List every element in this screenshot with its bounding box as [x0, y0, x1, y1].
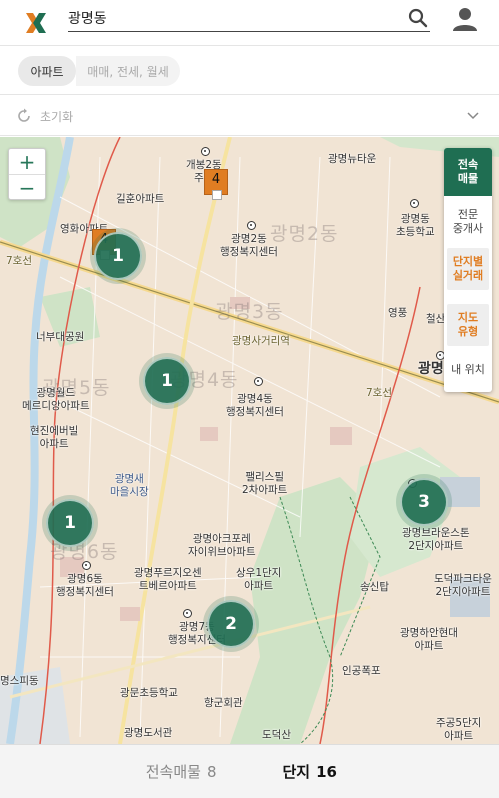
search-icon[interactable]	[406, 6, 430, 30]
label-library: 광명도서관	[124, 727, 173, 739]
label-dodeoksan: 도덕산	[262, 729, 291, 741]
x-logo-icon[interactable]	[24, 11, 48, 35]
search-box	[68, 6, 430, 32]
label-palace: 팰리스필 2차아파트	[242, 471, 288, 496]
reset-button[interactable]: 초기화	[40, 108, 73, 125]
property-type-filter[interactable]: 아파트	[18, 56, 76, 86]
agent-button[interactable]: 전문 중개사	[444, 204, 492, 240]
label-hyunjin: 현진에버빌 아파트	[30, 425, 79, 450]
top-header	[0, 0, 499, 46]
label-yeongpung: 영풍	[388, 307, 408, 319]
label-prugio: 광명푸르지오센 트베르아파트	[134, 567, 202, 592]
label-neobu: 너부대공원	[36, 331, 85, 343]
label-hyanggun: 향군회관	[204, 697, 243, 709]
label-xi: 광명아크포레 자이위브아파트	[188, 533, 256, 558]
tab-exclusive-listings[interactable]: 전속매물 8	[0, 745, 245, 798]
label-ingong: 인공폭포	[342, 665, 381, 677]
label-dodeok: 도덕파크타운 2단지아파트	[434, 573, 492, 598]
label-cheolsan: 철산	[426, 313, 446, 325]
complex-cluster[interactable]: 1	[94, 232, 142, 280]
poi-marker	[183, 609, 192, 618]
label-line7-right: 7호선	[366, 387, 393, 399]
label-d2-school: 광명동 초등학교	[396, 213, 435, 238]
complex-cluster[interactable]: 1	[143, 357, 191, 405]
chevron-down-icon[interactable]	[466, 109, 480, 123]
complex-cluster[interactable]: 2	[207, 600, 255, 648]
label-sari-station: 광명사거리역	[232, 335, 290, 347]
complex-cluster[interactable]: 3	[400, 478, 448, 526]
my-location-button[interactable]: 내 위치	[444, 356, 492, 384]
label-line7-left: 7호선	[6, 255, 33, 267]
dong-label-2: 광명2동	[270, 223, 339, 245]
zoom-in-button[interactable]: +	[9, 149, 45, 175]
bottom-tabs: 전속매물 8 단지 16	[0, 744, 499, 798]
zoom-control: + −	[8, 148, 46, 200]
label-brown: 광명브라운스톤 2단지아파트	[402, 527, 470, 552]
refresh-icon[interactable]	[16, 108, 32, 124]
label-hyundai: 광명하안현대 아파트	[400, 627, 458, 652]
label-sangwoo: 상우1단지 아파트	[236, 567, 282, 592]
poi-marker	[410, 199, 419, 208]
label-songsin: 송신탑	[360, 581, 389, 593]
filter-bar: 매매, 전세, 월세 아파트	[0, 47, 499, 95]
label-gilhun: 길훈아파트	[116, 193, 165, 205]
tab-complex-count: 16	[316, 762, 337, 781]
map-view[interactable]: 광명2동 광명3동 광명4동 광명5동 광명6동 개봉2동 주민 광명뉴타운 길…	[0, 137, 499, 744]
label-gwangmun: 광문초등학교	[120, 687, 178, 699]
user-icon[interactable]	[450, 4, 480, 34]
poi-marker	[247, 221, 256, 230]
label-market: 광명새 마을시장	[110, 473, 149, 498]
complex-price-button[interactable]: 단지별 실거래	[447, 248, 489, 290]
label-d6-center: 광명6동 행정복지센터	[56, 573, 114, 598]
map-side-panel: 전속 매물 전문 중개사 단지별 실거래 지도 유형 내 위치	[444, 148, 492, 392]
poi-marker	[254, 377, 263, 386]
label-pidong: 명스피동	[0, 675, 39, 687]
listing-marker[interactable]: 4	[204, 169, 228, 200]
search-input[interactable]	[68, 6, 398, 30]
label-gwangmyeong-edge: 광명	[418, 361, 444, 377]
exclusive-listing-button[interactable]: 전속 매물	[444, 148, 492, 196]
reset-row: 초기화	[0, 96, 499, 136]
poi-marker	[82, 561, 91, 570]
tab-complex-label: 단지	[282, 763, 311, 781]
map-type-button[interactable]: 지도 유형	[447, 304, 489, 346]
dong-label-3: 광명3동	[215, 301, 284, 323]
label-jugong: 주공5단지 아파트	[436, 717, 482, 742]
poi-marker	[201, 147, 210, 156]
tab-exclusive-count: 8	[206, 762, 217, 781]
tab-exclusive-label: 전속매물	[145, 763, 201, 781]
deal-type-filter[interactable]: 매매, 전세, 월세	[76, 56, 180, 86]
label-d4-center: 광명4동 행정복지센터	[226, 393, 284, 418]
zoom-out-button[interactable]: −	[9, 175, 45, 201]
label-d2-center: 광명2동 행정복지센터	[220, 233, 278, 258]
tab-complexes[interactable]: 단지 16	[245, 745, 499, 798]
complex-cluster[interactable]: 1	[46, 499, 94, 547]
label-newtown: 광명뉴타운	[328, 153, 377, 165]
label-gm-world: 광명월드 메르디앙아파트	[22, 387, 90, 412]
